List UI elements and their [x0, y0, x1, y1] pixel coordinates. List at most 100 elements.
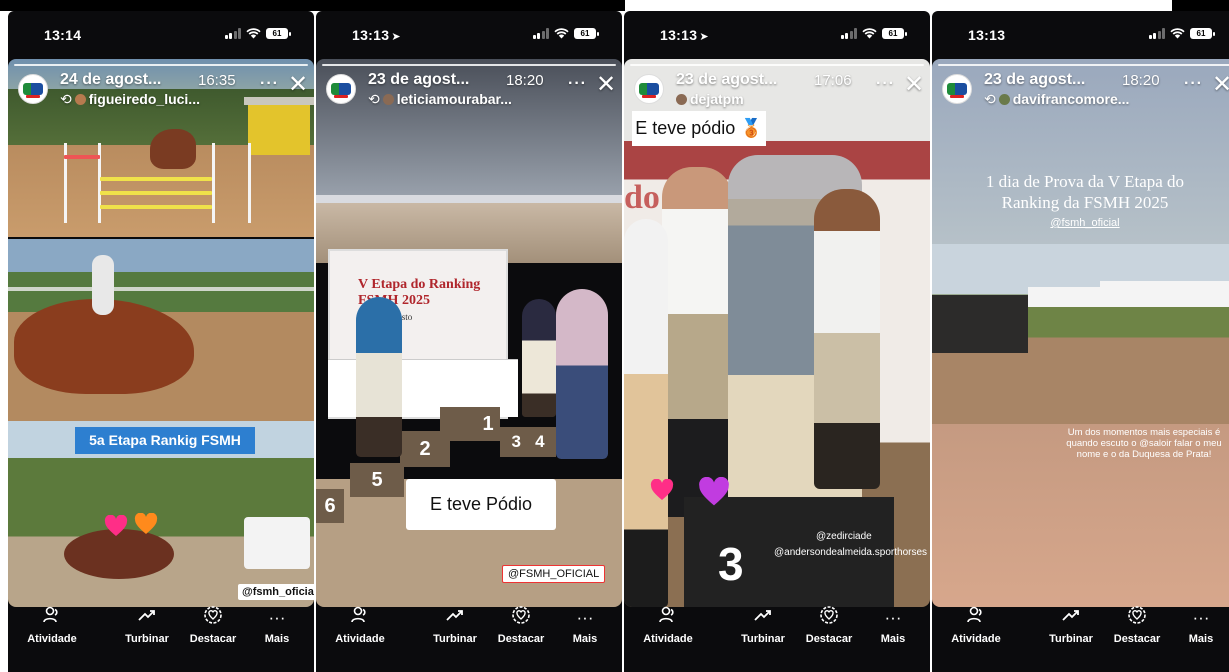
story-header: 24 de agost... 16:35 ⟲ figueiredo_luci...…: [18, 71, 308, 109]
location-arrow-icon: ➤: [699, 31, 709, 43]
story-username[interactable]: dejatpm: [676, 91, 744, 107]
story-content[interactable]: V Etapa do RankingFSMH 202523 e 24 Agost…: [316, 59, 622, 607]
highlight-heart-icon: [496, 605, 546, 631]
more-options-icon[interactable]: ···: [1184, 75, 1203, 93]
nav-turbinar[interactable]: Turbinar: [432, 605, 478, 645]
cellular-signal-icon: [224, 28, 241, 39]
arena-building: [244, 97, 314, 155]
status-time: 13:13 ➤: [352, 27, 401, 43]
tent: [1028, 287, 1108, 307]
nav-atividade[interactable]: Atividade: [334, 605, 386, 645]
rider: [92, 255, 114, 315]
story-content[interactable]: 5a Etapa Rankig FSMH @fsmh_oficial 24 de…: [8, 59, 314, 607]
ambulance: [244, 517, 310, 569]
nav-mais[interactable]: ··· Mais: [260, 605, 294, 645]
status-time: 13:14: [44, 27, 82, 43]
story-content[interactable]: do Ranki 3 @zedirciade @andersondealmeid…: [624, 59, 930, 607]
story-small-caption: Um dos momentos mais especiais é quando …: [1066, 427, 1222, 460]
more-icon: ···: [268, 608, 286, 627]
rider-girl: [356, 297, 402, 457]
story-bottom-nav: Atividade Turbinar Destacar ··· Mais: [8, 605, 314, 663]
mention-tag-1[interactable]: @zedirciade: [816, 531, 872, 542]
heart-sticker-icon-purple: [699, 477, 729, 506]
more-options-icon[interactable]: ···: [260, 75, 279, 93]
repost-icon: ⟲: [368, 91, 380, 107]
people-icon: [950, 605, 1002, 631]
nav-atividade[interactable]: Atividade: [26, 605, 78, 645]
status-bar: 13:13 ➤ 61: [624, 25, 930, 45]
story-screen-4: 13:13 61 1 dia de Prova da V Etapa do Ra…: [932, 11, 1229, 672]
story-time: 17:06: [814, 72, 852, 89]
nav-turbinar[interactable]: Turbinar: [740, 605, 786, 645]
nav-destacar[interactable]: Destacar: [188, 605, 238, 645]
story-username[interactable]: ⟲ leticiamourabar...: [368, 91, 512, 108]
status-time: 13:13 ➤: [660, 27, 709, 43]
avatar[interactable]: [634, 74, 664, 104]
story-date: 24 de agost...: [60, 71, 162, 88]
story-time: 18:20: [506, 72, 544, 89]
nav-atividade[interactable]: Atividade: [642, 605, 694, 645]
nav-mais[interactable]: ··· Mais: [876, 605, 910, 645]
story-caption: E teve Pódio: [406, 479, 556, 530]
wifi-icon: [246, 28, 261, 39]
nav-mais[interactable]: ··· Mais: [1184, 605, 1218, 645]
heart-sticker-icon-orange: [134, 513, 158, 534]
more-icon: ···: [1192, 608, 1210, 627]
trending-up-icon: [740, 605, 786, 631]
story-date: 23 de agost...: [368, 71, 470, 88]
story-screen-3: 13:13➤ 61 do Ranki 3 @zedirciade @anders…: [624, 11, 930, 672]
battery-icon: 61: [1190, 28, 1215, 39]
avatar[interactable]: [326, 74, 356, 104]
nav-destacar[interactable]: Destacar: [496, 605, 546, 645]
close-icon[interactable]: ✕: [904, 70, 924, 99]
more-options-icon[interactable]: ···: [876, 75, 895, 93]
story-header: 23 de agost... 17:06 dejatpm ··· ✕: [634, 71, 924, 109]
cellular-signal-icon: [840, 28, 857, 39]
wifi-icon: [554, 28, 569, 39]
cellular-signal-icon: [1148, 28, 1165, 39]
girl-rider: [814, 189, 880, 489]
mention-tag[interactable]: @fsmh_oficial: [238, 584, 314, 600]
user-avatar-mini: [382, 94, 394, 105]
man-standing: [556, 289, 608, 459]
story-username[interactable]: ⟲ davifrancomore...: [984, 91, 1129, 108]
story-bottom-nav: Atividade Turbinar Destacar ··· Mais: [316, 605, 622, 663]
nav-atividade[interactable]: Atividade: [950, 605, 1002, 645]
story-username[interactable]: ⟲ figueiredo_luci...: [60, 91, 200, 108]
nav-turbinar[interactable]: Turbinar: [1048, 605, 1094, 645]
story-date: 23 de agost...: [984, 71, 1086, 88]
trending-up-icon: [1048, 605, 1094, 631]
repost-icon: ⟲: [60, 91, 72, 107]
nav-turbinar[interactable]: Turbinar: [124, 605, 170, 645]
nav-destacar[interactable]: Destacar: [804, 605, 854, 645]
battery-icon: 61: [574, 28, 599, 39]
caption-mention[interactable]: @fsmh_oficial: [932, 217, 1229, 229]
more-icon: ···: [884, 608, 902, 627]
close-icon[interactable]: ✕: [288, 70, 308, 99]
story-time: 16:35: [198, 72, 236, 89]
top-black-bar-right: [1172, 0, 1229, 11]
battery-icon: 61: [882, 28, 907, 39]
avatar[interactable]: [18, 74, 48, 104]
horse-jumping-1: [150, 129, 196, 169]
close-icon[interactable]: ✕: [596, 70, 616, 99]
story-screen-2: 13:13➤ 61 V Etapa do RankingFSMH 202523 …: [316, 11, 622, 672]
story-progress-bar: [938, 64, 1229, 66]
podium-step-3-4: 3 4: [500, 427, 556, 457]
mention-tag-2[interactable]: @andersondealmeida.sporthorses: [774, 547, 927, 558]
nav-destacar[interactable]: Destacar: [1112, 605, 1162, 645]
user-avatar-mini: [74, 94, 86, 105]
story-progress-bar: [322, 64, 616, 66]
close-icon[interactable]: ✕: [1212, 70, 1229, 99]
nav-mais[interactable]: ··· Mais: [568, 605, 602, 645]
medal-icon: 🥉: [740, 118, 763, 138]
avatar[interactable]: [942, 74, 972, 104]
mention-tag[interactable]: @FSMH_OFICIAL: [502, 565, 606, 583]
highlight-heart-icon: [188, 605, 238, 631]
user-avatar-mini: [676, 94, 687, 105]
person-left-edge: [624, 219, 668, 607]
more-options-icon[interactable]: ···: [568, 75, 587, 93]
story-content[interactable]: 1 dia de Prova da V Etapa do Ranking da …: [932, 59, 1229, 607]
boy-rider: [662, 167, 732, 517]
wifi-icon: [862, 28, 877, 39]
